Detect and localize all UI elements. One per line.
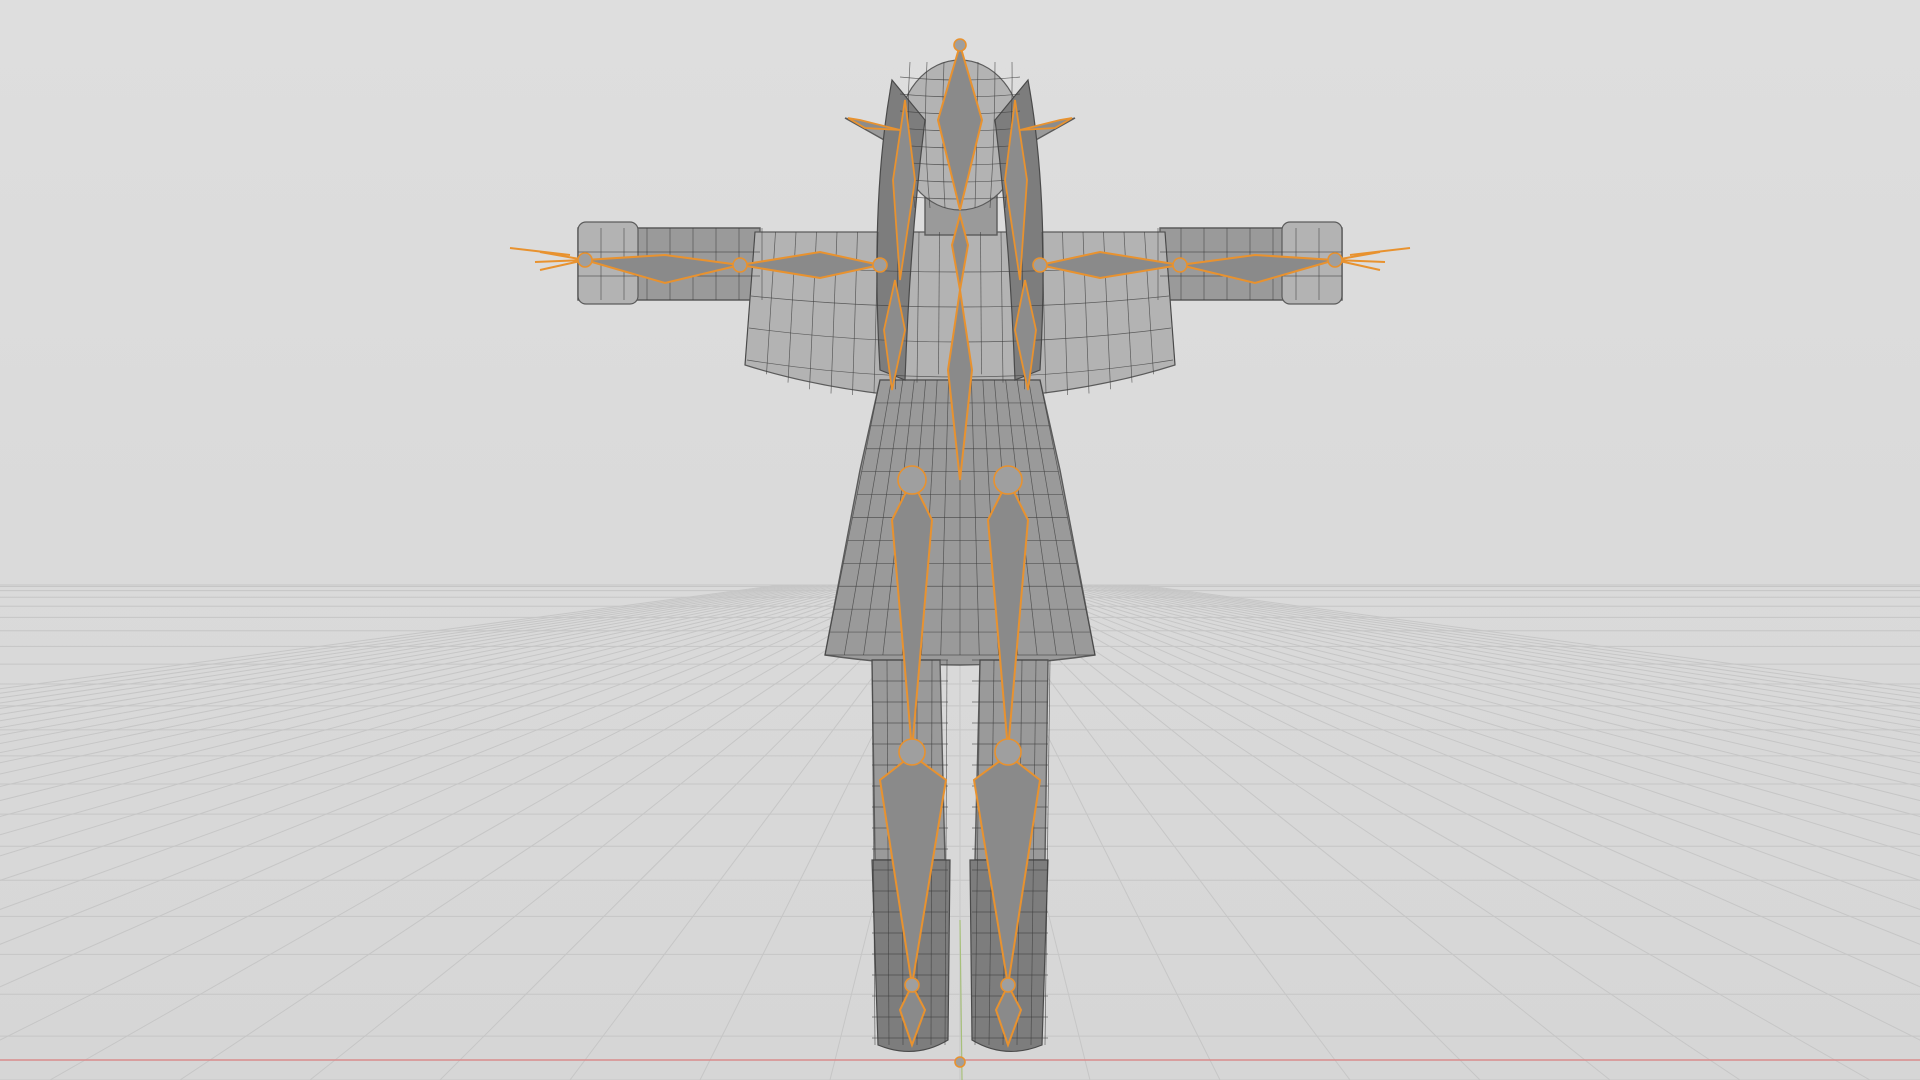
joint-knee-r[interactable]: [994, 738, 1022, 766]
grid-line: [1013, 584, 1920, 988]
grid-line: [0, 584, 829, 736]
grid-line: [0, 584, 907, 988]
joint-wrist-l[interactable]: [577, 252, 593, 268]
grid-line: [309, 584, 931, 1080]
grid-line: [1097, 584, 1920, 729]
joint-head-top[interactable]: [953, 38, 967, 52]
joint-elbow-r[interactable]: [1172, 257, 1188, 273]
grid-line: [0, 584, 799, 704]
grid-line: [0, 584, 817, 722]
grid-line: [1019, 584, 1920, 945]
grid-line: [1055, 584, 1920, 802]
grid-line: [1067, 584, 1920, 775]
grid-line: [1115, 584, 1920, 709]
grid-line: [1091, 584, 1920, 736]
joint-knee-l[interactable]: [898, 738, 926, 766]
grid-line: [1001, 584, 1871, 1080]
joint-hip-l[interactable]: [897, 465, 927, 495]
joint-ankle-l[interactable]: [904, 977, 920, 993]
grid-line: [49, 584, 919, 1080]
grid-line: [0, 584, 865, 802]
grid-line: [179, 584, 925, 1080]
grid-line: [0, 584, 781, 690]
grid-line: [0, 584, 805, 709]
joint-ankle-r[interactable]: [1000, 977, 1016, 993]
joint-wrist-r[interactable]: [1327, 252, 1343, 268]
grid-line: [0, 584, 847, 764]
grid-line: [0, 584, 877, 836]
grid-line: [0, 584, 901, 945]
grid-line: [995, 584, 1741, 1080]
grid-line: [1073, 584, 1920, 764]
grid-line: [0, 584, 913, 1041]
bone-hand-r[interactable]: [1334, 247, 1411, 271]
joint-elbow-l[interactable]: [732, 257, 748, 273]
grid-line: [989, 584, 1611, 1080]
joint-hip-r[interactable]: [993, 465, 1023, 495]
viewport-scene[interactable]: [0, 0, 1920, 1080]
grid-line: [1121, 584, 1920, 704]
joint-shoulder-l[interactable]: [872, 257, 888, 273]
grid-line: [0, 584, 895, 910]
joint-root[interactable]: [954, 1056, 966, 1068]
grid-line: [1043, 584, 1920, 836]
grid-line: [1103, 584, 1920, 722]
grid-line: [0, 584, 823, 729]
bone-hand-l[interactable]: [509, 247, 586, 271]
joint-shoulder-r[interactable]: [1032, 257, 1048, 273]
3d-viewport[interactable]: [0, 0, 1920, 1080]
grid-line: [0, 584, 853, 775]
grid-line: [1007, 584, 1920, 1041]
grid-line: [1025, 584, 1920, 910]
grid-line: [1061, 584, 1920, 787]
grid-line: [1139, 584, 1920, 690]
grid-line: [0, 584, 859, 787]
